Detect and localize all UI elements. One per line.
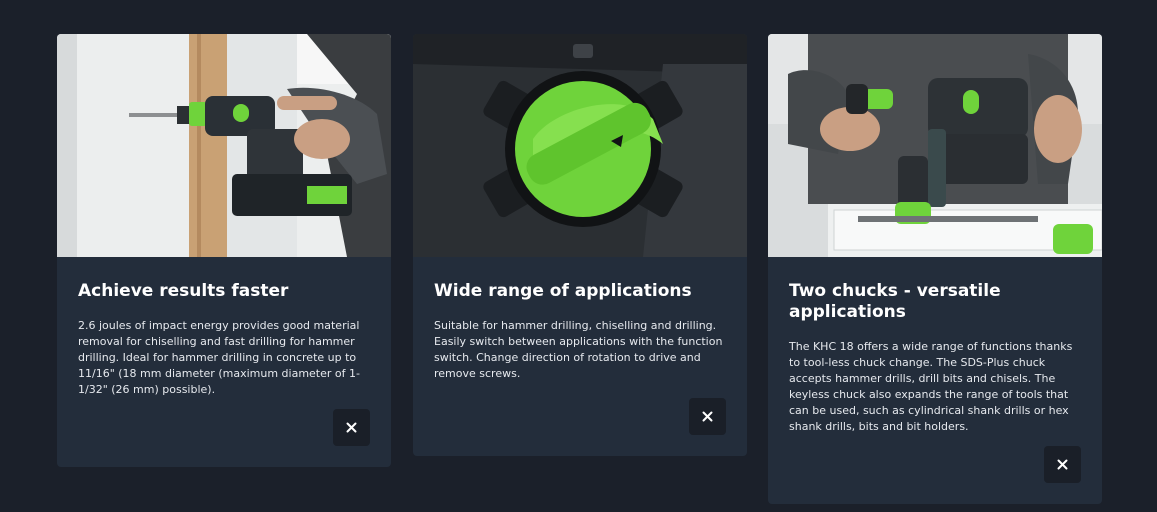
function-switch-image [413,34,747,257]
feature-card-faster: Achieve results faster 2.6 joules of imp… [57,34,391,467]
card-title: Two chucks - versatile applications [789,281,1001,322]
close-icon [1057,459,1068,470]
close-button[interactable] [333,409,370,446]
feature-card-applications: Wide range of applications Suitable for … [413,34,747,456]
drilling-wall-image [57,34,391,257]
close-button[interactable] [1044,446,1081,483]
card-title: Wide range of applications [434,281,692,301]
card-description: 2.6 joules of impact energy provides goo… [78,319,360,396]
close-button[interactable] [689,398,726,435]
feature-card-chucks: Two chucks - versatile applications The … [768,34,1102,504]
card-title: Achieve results faster [78,281,289,301]
card-description: Suitable for hammer drilling, chiselling… [434,319,723,380]
close-icon [702,411,713,422]
close-icon [346,422,357,433]
card-description: The KHC 18 offers a wide range of functi… [789,340,1073,433]
chuck-change-image [768,34,1102,257]
